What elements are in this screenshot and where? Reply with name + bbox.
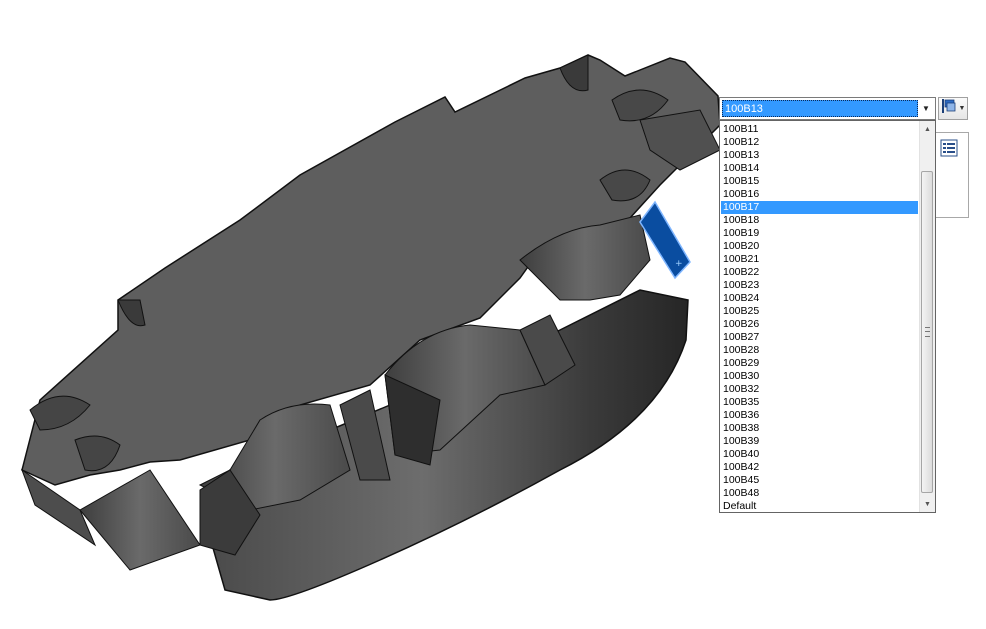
dropdown-option[interactable]: 100B23 <box>721 279 918 292</box>
cursor-cross-icon: + <box>675 259 683 269</box>
scroll-up-arrow-icon[interactable]: ▲ <box>920 121 935 137</box>
configuration-combo-box[interactable]: 100B13 ▼ <box>719 97 936 120</box>
dropdown-option[interactable]: 100B19 <box>721 227 918 240</box>
dropdown-option[interactable]: 100B38 <box>721 422 918 435</box>
dropdown-option[interactable]: 100B21 <box>721 253 918 266</box>
configuration-flag-icon <box>941 98 957 119</box>
dropdown-option[interactable]: 100B39 <box>721 435 918 448</box>
dropdown-option[interactable]: 100B16 <box>721 188 918 201</box>
dropdown-option[interactable]: 100B12 <box>721 136 918 149</box>
dropdown-option[interactable]: 100B29 <box>721 357 918 370</box>
dropdown-option[interactable]: 100B27 <box>721 331 918 344</box>
dropdown-option[interactable]: 100B35 <box>721 396 918 409</box>
scrollbar-thumb[interactable] <box>921 171 933 493</box>
dropdown-option[interactable]: 100B32 <box>721 383 918 396</box>
side-panel <box>934 132 969 218</box>
dropdown-option[interactable]: 100B25 <box>721 305 918 318</box>
dropdown-option[interactable]: Default <box>721 500 918 513</box>
dropdown-option[interactable]: 100B45 <box>721 474 918 487</box>
dropdown-option[interactable]: 100B18 <box>721 214 918 227</box>
dropdown-option[interactable]: 100B17 <box>721 201 918 214</box>
dropdown-option[interactable]: 100B26 <box>721 318 918 331</box>
dropdown-option[interactable]: 100B40 <box>721 448 918 461</box>
chevron-down-icon[interactable]: ▼ <box>959 105 966 112</box>
dropdown-option[interactable]: 100B20 <box>721 240 918 253</box>
dropdown-option[interactable]: 100B28 <box>721 344 918 357</box>
dropdown-scrollbar[interactable]: ▲ ▼ <box>919 121 935 512</box>
dropdown-option[interactable]: 100B42 <box>721 461 918 474</box>
configuration-dropdown-list[interactable]: 100B11 100B12 100B13 100B14 100B15 100B16 100B… <box>719 120 936 513</box>
dropdown-option[interactable]: 100B24 <box>721 292 918 305</box>
dropdown-option[interactable]: 100B30 <box>721 370 918 383</box>
dropdown-option[interactable]: 100B14 <box>721 162 918 175</box>
triangle-down-icon[interactable]: ▼ <box>918 99 934 118</box>
list-view-icon[interactable] <box>940 139 958 162</box>
dropdown-option[interactable]: 100B48 <box>721 487 918 500</box>
dropdown-option[interactable]: 100B36 <box>721 409 918 422</box>
configuration-tool-button[interactable]: ▼ <box>938 97 968 120</box>
dropdown-option[interactable]: 100B11 <box>721 123 918 136</box>
scrollbar-grip-icon <box>925 327 930 337</box>
scroll-down-arrow-icon[interactable]: ▼ <box>920 496 935 512</box>
dropdown-option[interactable]: 100B22 <box>721 266 918 279</box>
dropdown-option[interactable]: 100B15 <box>721 175 918 188</box>
combo-selected-value: 100B13 <box>722 100 918 117</box>
dropdown-option[interactable]: 100B13 <box>721 149 918 162</box>
dropdown-options: 100B11 100B12 100B13 100B14 100B15 100B16 100B… <box>721 123 918 513</box>
